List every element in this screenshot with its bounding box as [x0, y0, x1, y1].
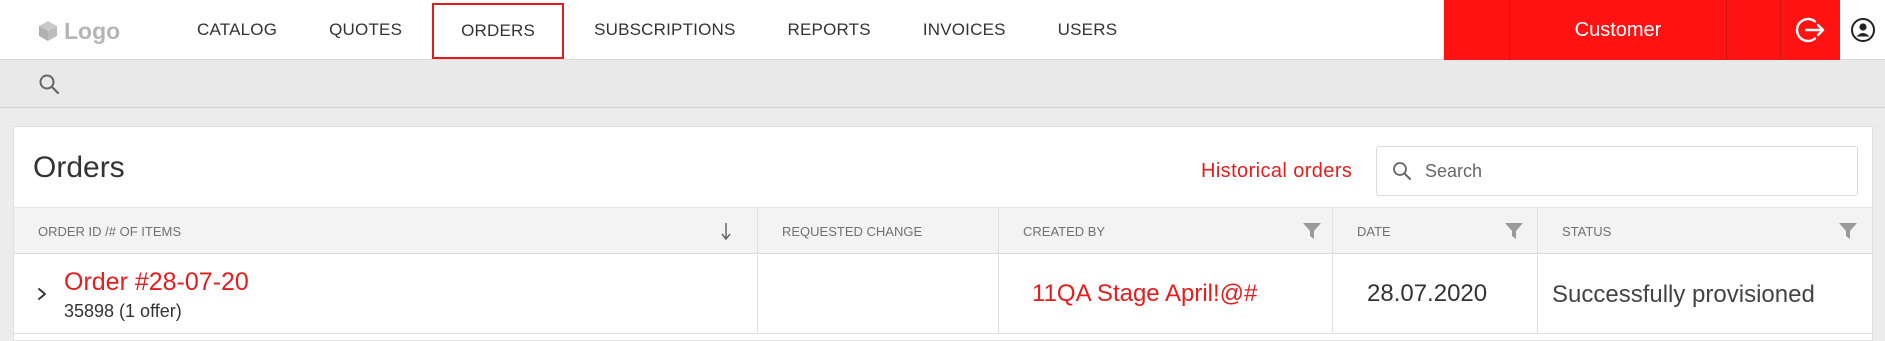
- search-strip: [0, 61, 1885, 108]
- search-input[interactable]: [1425, 155, 1845, 187]
- nav-quotes[interactable]: QUOTES: [307, 2, 424, 58]
- page-title: Orders: [33, 151, 125, 184]
- cell-status: Successfully provisioned: [1538, 254, 1872, 334]
- order-link[interactable]: Order #28-07-20: [64, 268, 249, 297]
- sort-down-arrow-icon[interactable]: [719, 220, 733, 242]
- top-navbar: Logo CATALOG QUOTES ORDERS SUBSCRIPTIONS…: [0, 0, 1885, 60]
- table-header: ORDER ID /# OF ITEMS REQUESTED CHANGE CR…: [14, 207, 1872, 254]
- nav-invoices[interactable]: INVOICES: [901, 2, 1028, 58]
- logout-icon: [1795, 17, 1824, 43]
- historical-orders-link[interactable]: Historical orders: [1201, 160, 1352, 183]
- column-label: DATE: [1357, 223, 1391, 239]
- column-label: ORDER ID /# OF ITEMS: [38, 223, 182, 239]
- column-requested-change[interactable]: REQUESTED CHANGE: [758, 208, 999, 254]
- cell-requested-change: [758, 254, 999, 334]
- search-icon: [1393, 162, 1411, 180]
- cell-order: Order #28-07-20 35898 (1 offer): [14, 254, 758, 334]
- cube-icon: [39, 21, 57, 41]
- table-row[interactable]: Order #28-07-20 35898 (1 offer) 11QA Sta…: [14, 254, 1872, 334]
- nav-catalog[interactable]: CATALOG: [175, 2, 299, 58]
- order-date: 28.07.2020: [1367, 280, 1488, 307]
- nav-users[interactable]: USERS: [1036, 2, 1140, 58]
- logo-text: Logo: [64, 17, 121, 44]
- nav-orders[interactable]: ORDERS: [432, 3, 565, 59]
- main-nav: CATALOG QUOTES ORDERS SUBSCRIPTIONS REPO…: [175, 0, 1147, 60]
- cell-created-by: 11QA Stage April!@#: [999, 254, 1333, 334]
- created-by-link[interactable]: 11QA Stage April!@#: [1032, 280, 1257, 308]
- search-field[interactable]: [1376, 146, 1858, 196]
- logo[interactable]: Logo: [36, 18, 120, 44]
- customer-button[interactable]: Customer: [1509, 0, 1727, 60]
- status-text: Successfully provisioned: [1552, 281, 1815, 308]
- column-label: CREATED BY: [1023, 223, 1106, 239]
- nav-subscriptions[interactable]: SUBSCRIPTIONS: [572, 2, 757, 58]
- column-status[interactable]: STATUS: [1538, 208, 1872, 254]
- column-label: STATUS: [1562, 223, 1612, 239]
- logout-button[interactable]: [1780, 0, 1840, 60]
- filter-icon[interactable]: [1302, 221, 1322, 241]
- column-label: REQUESTED CHANGE: [782, 223, 923, 239]
- user-circle-icon[interactable]: [1850, 17, 1876, 43]
- order-items-count: 35898 (1 offer): [64, 301, 182, 321]
- nav-reports[interactable]: REPORTS: [766, 2, 893, 58]
- column-order-id[interactable]: ORDER ID /# OF ITEMS: [14, 208, 758, 254]
- orders-panel: Orders Historical orders ORDER ID /# OF …: [13, 126, 1873, 341]
- chevron-right-icon[interactable]: [34, 285, 50, 303]
- cell-date: 28.07.2020: [1333, 254, 1538, 334]
- filter-icon[interactable]: [1838, 221, 1858, 241]
- column-date[interactable]: DATE: [1333, 208, 1538, 254]
- column-created-by[interactable]: CREATED BY: [999, 208, 1333, 254]
- search-icon[interactable]: [37, 72, 61, 96]
- filter-icon[interactable]: [1504, 221, 1524, 241]
